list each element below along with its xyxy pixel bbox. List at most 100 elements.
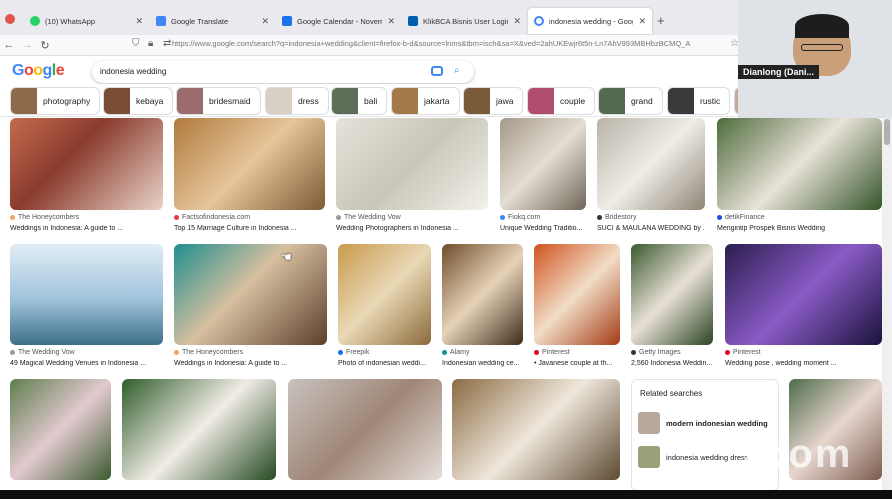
tab-whatsapp[interactable]: (10) WhatsApp ✕ [24, 8, 149, 34]
result-image[interactable] [452, 379, 620, 480]
back-icon[interactable]: ← [0, 39, 18, 51]
result-source[interactable]: detikFinance [717, 214, 765, 221]
result-caption[interactable]: Mengintip Prospek Bisnis Wedding ... [717, 225, 827, 232]
result-caption[interactable]: Weddings in Indonesia: A guide to ... [174, 360, 327, 367]
result-source[interactable]: The Wedding Vow [10, 349, 75, 356]
result-image[interactable] [174, 118, 325, 210]
result-image[interactable] [717, 118, 882, 210]
result-caption[interactable]: Unique Wedding Traditio... [500, 225, 586, 232]
result-image[interactable] [122, 379, 276, 480]
screen: (10) WhatsApp ✕ Google Translate ✕ Google … [0, 0, 892, 499]
chip-bridesmaid[interactable]: bridesmaid [176, 87, 261, 115]
result-caption[interactable]: Photo of indonesian weddi... [338, 360, 431, 367]
google-icon [534, 16, 544, 26]
chip-dress[interactable]: dress [265, 87, 329, 115]
result-caption[interactable]: • Javanese couple at th... [534, 360, 620, 367]
bottom-bar [0, 490, 892, 499]
result-source[interactable]: Pinterest [725, 349, 761, 356]
result-image[interactable] [336, 118, 488, 210]
result-image[interactable] [631, 244, 713, 345]
result-image[interactable] [10, 244, 163, 345]
result-caption[interactable]: Weddings in Indonesia: A guide to ... [10, 225, 163, 232]
firefox-icon[interactable] [5, 14, 15, 24]
participant-hair [795, 14, 849, 38]
search-icon[interactable]: ⌕ [454, 65, 460, 76]
result-source[interactable]: Bridestory [597, 214, 637, 221]
tab-translate[interactable]: Google Translate ✕ [150, 8, 275, 34]
result-image[interactable] [597, 118, 705, 210]
chip-jakarta[interactable]: jakarta [391, 87, 460, 115]
chip-thumbnail [392, 88, 418, 114]
result-image[interactable] [288, 379, 442, 480]
result-image[interactable] [10, 118, 163, 210]
result-image[interactable] [725, 244, 882, 345]
chip-kebaya[interactable]: kebaya [103, 87, 174, 115]
source-icon [174, 350, 179, 355]
result-source[interactable]: Freepik [338, 349, 369, 356]
result-source[interactable]: The Wedding Vow [336, 214, 401, 221]
close-icon[interactable]: ✕ [513, 16, 521, 27]
chip-photography[interactable]: photography [10, 87, 101, 115]
close-icon[interactable]: ✕ [638, 16, 646, 27]
source-icon [336, 215, 341, 220]
result-image[interactable] [338, 244, 431, 345]
result-caption[interactable]: SUCI & MAULANA WEDDING by ... [597, 225, 705, 232]
cursor-icon: ☚ [281, 250, 292, 264]
result-source[interactable]: Getty Images [631, 349, 681, 356]
result-source[interactable]: Fiokq.com [500, 214, 540, 221]
result-caption[interactable]: 49 Magical Wedding Venues in Indonesia .… [10, 360, 163, 367]
tab-klikbca[interactable]: KlikBCA Bisnis User Login ✕ [402, 8, 527, 34]
result-source[interactable]: Pinterest [534, 349, 570, 356]
result-caption[interactable]: Wedding pose , wedding moment ... [725, 360, 860, 367]
close-icon[interactable]: ✕ [135, 16, 143, 27]
result-caption[interactable]: Wedding Photographers in Indonesia ... [336, 225, 488, 232]
source-icon [717, 215, 722, 220]
scrollbar-thumb[interactable] [884, 119, 890, 145]
shield-icon[interactable]: ⛉ [132, 38, 140, 49]
chip-thumbnail [266, 88, 292, 114]
chip-bali[interactable]: bali [331, 87, 388, 115]
close-icon[interactable]: ✕ [387, 16, 395, 27]
result-source[interactable]: Alamy [442, 349, 469, 356]
chip-rustic[interactable]: rustic [667, 87, 731, 115]
source-icon [442, 350, 447, 355]
scrollbar[interactable] [882, 118, 892, 490]
close-icon[interactable]: ✕ [261, 16, 269, 27]
chip-grand[interactable]: grand [598, 87, 663, 115]
result-caption[interactable]: Indonesian wedding ce... [442, 360, 523, 367]
camera-icon[interactable] [431, 66, 443, 76]
chip-couple[interactable]: couple [527, 87, 596, 115]
reload-icon[interactable]: ↻ [36, 39, 54, 52]
result-image[interactable] [442, 244, 523, 345]
tab-calendar[interactable]: Google Calendar - November 2✕ [276, 8, 401, 34]
result-image[interactable] [10, 379, 111, 480]
tab-bar: (10) WhatsApp ✕ Google Translate ✕ Google … [0, 0, 738, 35]
result-image[interactable] [174, 244, 327, 345]
whatsapp-icon [30, 16, 40, 26]
google-logo[interactable]: Google [12, 62, 65, 80]
search-input[interactable]: indonesia wedding [92, 61, 474, 83]
lock-icon[interactable]: 🔒︎ [148, 38, 153, 49]
forward-icon[interactable]: → [18, 39, 36, 51]
related-searches-title: Related searches [640, 389, 703, 398]
source-icon [725, 350, 730, 355]
related-thumbnail [638, 446, 660, 468]
result-image[interactable] [534, 244, 620, 345]
tab-google-search[interactable]: indonesia wedding - Google Se✕ [528, 8, 652, 34]
participant-name: Dianlong (Dani... [738, 65, 819, 79]
zoom-watermark: zoom [740, 432, 853, 476]
source-icon [10, 350, 15, 355]
url-bar[interactable]: https://www.google.com/search?q=indonesi… [172, 39, 722, 48]
result-source[interactable]: The Honeycombers [174, 349, 243, 356]
result-source[interactable]: Factsofindonesia.com [174, 214, 250, 221]
new-tab-button[interactable]: + [657, 13, 665, 28]
result-caption[interactable]: Top 15 Marriage Culture in Indonesia ... [174, 225, 325, 232]
source-icon [338, 350, 343, 355]
source-icon [10, 215, 15, 220]
chip-jawa[interactable]: jawa [463, 87, 524, 115]
source-icon [597, 215, 602, 220]
result-caption[interactable]: 2,560 Indonesia Weddin... [631, 360, 713, 367]
permissions-icon[interactable]: ⇄ [163, 38, 171, 49]
result-source[interactable]: The Honeycombers [10, 214, 79, 221]
result-image[interactable] [500, 118, 586, 210]
